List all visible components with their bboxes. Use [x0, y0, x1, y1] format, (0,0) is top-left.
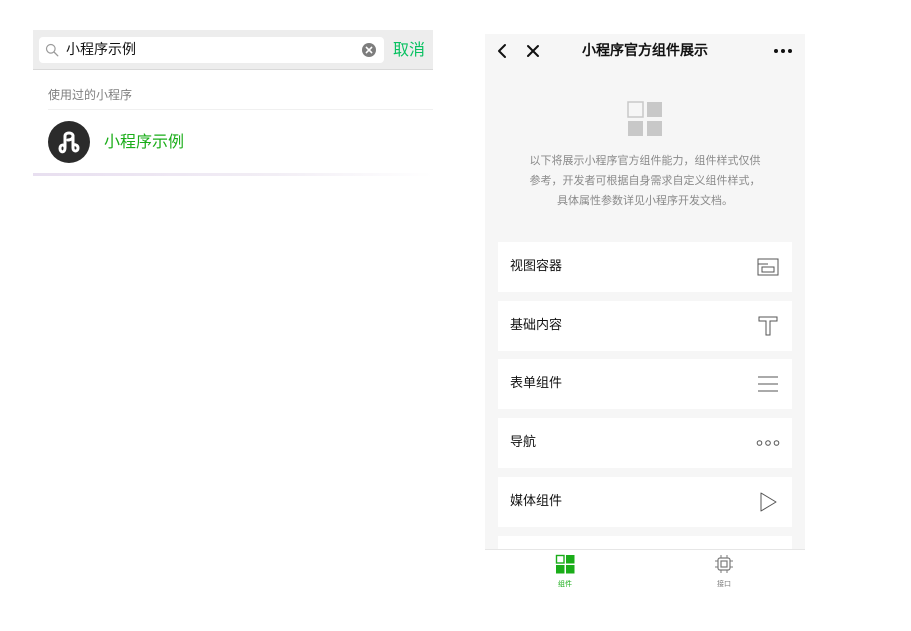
- components-grid-icon: [555, 554, 575, 574]
- clear-icon[interactable]: [361, 42, 377, 58]
- page-title: 小程序官方组件展示: [582, 43, 708, 59]
- menu-item-label: 基础内容: [510, 318, 563, 333]
- result-name: 小程序示例: [104, 132, 185, 151]
- media-play-icon: [760, 492, 777, 512]
- cancel-button[interactable]: 取消: [393, 39, 425, 61]
- search-bar: 小程序示例 取消: [33, 30, 433, 70]
- search-panel: 小程序示例 取消 使用过的小程序 小程序示例: [33, 30, 433, 176]
- menu-item-basic-content[interactable]: 基础内容: [498, 301, 792, 351]
- components-logo-icon: [627, 101, 662, 136]
- api-chip-icon: [715, 555, 733, 573]
- intro-line: 以下将展示小程序官方组件能力，组件样式仅供: [529, 154, 761, 167]
- tab-api[interactable]: 接口: [694, 554, 754, 594]
- tab-bar: 组件 接口: [485, 549, 805, 596]
- divider: [48, 109, 433, 110]
- text-t-icon: [758, 316, 778, 336]
- more-options-icon[interactable]: [772, 42, 794, 60]
- menu-item-form-components[interactable]: 表单组件: [498, 359, 792, 409]
- menu-item-label: 媒体组件: [510, 494, 563, 509]
- form-lines-icon: [758, 376, 778, 392]
- intro-line: 具体属性参数详见小程序开发文档。: [557, 194, 733, 207]
- search-result-item[interactable]: 小程序示例: [33, 113, 433, 171]
- search-input[interactable]: 小程序示例: [39, 37, 384, 63]
- view-container-icon: [757, 258, 779, 276]
- menu-item-label: 表单组件: [510, 376, 563, 391]
- result-underline: [33, 173, 433, 176]
- tab-components[interactable]: 组件: [535, 554, 595, 594]
- intro-line: 参考，开发者可根据自身需求自定义组件样式，: [529, 174, 761, 187]
- navigation-dots-icon: [756, 440, 780, 446]
- menu-item-navigation[interactable]: 导航: [498, 418, 792, 468]
- tab-label: 接口: [717, 580, 731, 588]
- tab-label: 组件: [558, 580, 572, 588]
- menu-item-media-components[interactable]: 媒体组件: [498, 477, 792, 527]
- navigation-bar: 小程序官方组件展示: [485, 34, 805, 70]
- menu-item-label: 导航: [510, 435, 537, 450]
- search-icon: [45, 43, 59, 57]
- miniprogram-logo-icon: [48, 121, 90, 163]
- screen: 小程序示例 取消 使用过的小程序 小程序示例 小程序官方组件展示 以下将展示小程…: [0, 0, 911, 631]
- section-label: 使用过的小程序: [48, 88, 133, 102]
- miniapp-screen: 小程序官方组件展示 以下将展示小程序官方组件能力，组件样式仅供 参考，开发者可根…: [485, 34, 805, 596]
- search-query-text: 小程序示例: [66, 42, 136, 58]
- intro-text: 以下将展示小程序官方组件能力，组件样式仅供 参考，开发者可根据自身需求自定义组件…: [505, 151, 785, 211]
- menu-item-label: 视图容器: [510, 259, 563, 274]
- menu-item-view-container[interactable]: 视图容器: [498, 242, 792, 292]
